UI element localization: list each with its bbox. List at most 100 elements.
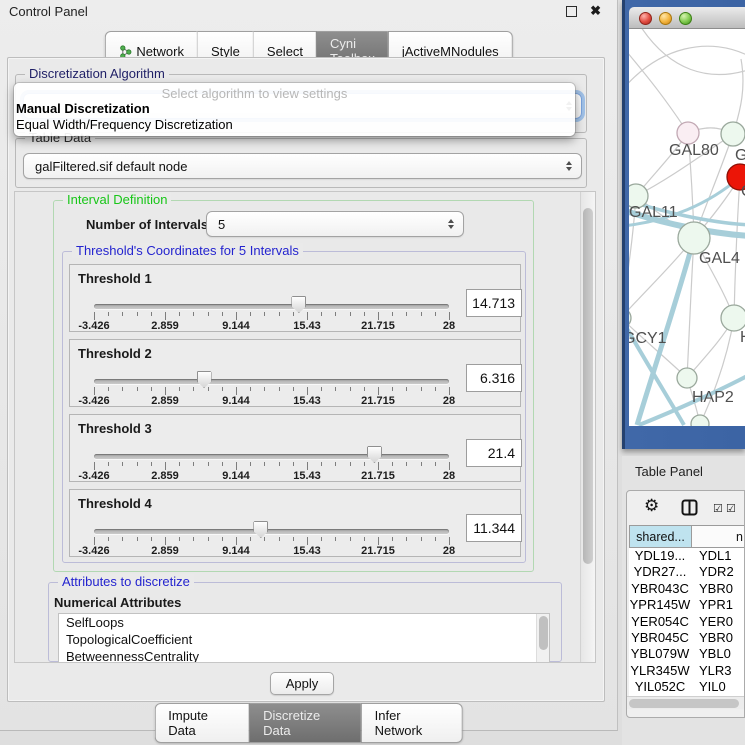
network-node-h[interactable] xyxy=(721,305,745,331)
table-row[interactable]: YIL052CYIL0 xyxy=(629,679,744,695)
attribute-item-topologicalcoefficient[interactable]: TopologicalCoefficient xyxy=(59,631,549,648)
slider-thumb[interactable] xyxy=(291,296,306,313)
settings-scrollbar-thumb[interactable] xyxy=(583,208,593,564)
table-cell-shared-name: YPR145W xyxy=(629,597,691,613)
tab-impute-data[interactable]: Impute Data xyxy=(154,703,249,743)
select-column-checkbox-icon[interactable]: ☑ xyxy=(713,502,723,515)
network-canvas[interactable]: GAL80GACGAL11GAL4GCY1HHAP2 xyxy=(629,29,745,426)
table-row[interactable]: YDR27...YDR2 xyxy=(629,564,744,580)
tab-infer-network[interactable]: Infer Network xyxy=(361,703,463,743)
slider-thumb[interactable] xyxy=(367,446,382,463)
slider-track[interactable] xyxy=(94,529,449,534)
table-row[interactable]: YBL079WYBL0 xyxy=(629,646,744,662)
close-traffic-light-icon[interactable] xyxy=(639,12,652,25)
tick xyxy=(350,387,351,391)
table-row[interactable]: YER054CYER0 xyxy=(629,614,744,630)
number-of-intervals-combo[interactable]: 5 xyxy=(206,211,464,237)
popup-item-equal-width-frequency-discretization[interactable]: Equal Width/Frequency Discretization xyxy=(14,117,575,133)
slider-track[interactable] xyxy=(94,304,449,309)
list-scrollbar[interactable] xyxy=(536,614,549,663)
tick-label: 9.144 xyxy=(222,470,250,482)
interval-definition-group: Interval Definition Number of Intervals … xyxy=(53,200,534,572)
tick xyxy=(378,387,379,395)
table-row[interactable]: YBR043CYBR0 xyxy=(629,581,744,597)
table-cell-shared-name: YLR345W xyxy=(629,663,691,679)
table-row[interactable]: YLR345WYLR3 xyxy=(629,663,744,679)
tick xyxy=(293,537,294,541)
network-node-hap2[interactable] xyxy=(677,368,697,388)
table-cell-name: YDR2 xyxy=(691,564,734,580)
tick xyxy=(293,387,294,391)
tick xyxy=(222,462,223,466)
threshold-3-value-field[interactable]: 21.4 xyxy=(466,439,522,467)
popup-item-manual-discretization[interactable]: Manual Discretization xyxy=(14,101,575,117)
tick xyxy=(449,537,450,545)
tick xyxy=(193,387,194,391)
table-browser: ⚙ ☑ ☑ shared... n YDL19...YDL1YDR27...YD… xyxy=(626,490,745,718)
tick-label: 9.144 xyxy=(222,545,250,557)
table-row[interactable]: YPR145WYPR1 xyxy=(629,597,744,613)
control-panel: Control Panel ✖ NetworkStyleSelectCyni T… xyxy=(0,0,618,731)
slider-track[interactable] xyxy=(94,379,449,384)
network-edge[interactable] xyxy=(700,318,734,424)
network-node-gal80[interactable] xyxy=(677,122,699,144)
tab-discretize-data[interactable]: Discretize Data xyxy=(249,703,360,743)
table-data-group: Table Data galFiltered.sif default node xyxy=(15,138,587,188)
slider-thumb[interactable] xyxy=(197,371,212,388)
tick xyxy=(236,312,237,320)
table-cell-shared-name: YBR045C xyxy=(629,630,691,646)
slider-track[interactable] xyxy=(94,454,449,459)
tick xyxy=(392,387,393,391)
column-header-shared-name[interactable]: shared... xyxy=(629,525,692,548)
table-cell-name: YBR0 xyxy=(691,630,733,646)
select-all-checkbox-icon[interactable]: ☑ xyxy=(726,502,736,515)
table-cell-shared-name: YBR043C xyxy=(629,581,691,597)
tick xyxy=(406,312,407,316)
table-data-combo[interactable]: galFiltered.sif default node xyxy=(23,153,582,179)
numerical-attributes-list: SelfLoopsTopologicalCoefficientBetweenne… xyxy=(58,613,550,663)
table-cell-name: YIL0 xyxy=(691,679,726,695)
tick xyxy=(222,387,223,391)
threshold-2-value-field[interactable]: 6.316 xyxy=(466,364,522,392)
column-header-name[interactable]: n xyxy=(691,525,745,548)
table-cell-shared-name: YIL052C xyxy=(629,679,691,695)
split-table-icon[interactable] xyxy=(681,499,698,516)
tick xyxy=(435,312,436,316)
float-window-icon[interactable] xyxy=(566,6,577,17)
threshold-1-value-field[interactable]: 14.713 xyxy=(466,289,522,317)
network-edge[interactable] xyxy=(734,177,740,318)
settings-scrollbar[interactable] xyxy=(580,192,595,662)
tab-label: Discretize Data xyxy=(263,708,347,738)
network-node-ga[interactable] xyxy=(721,122,745,146)
tick xyxy=(250,312,251,316)
minimize-traffic-light-icon[interactable] xyxy=(659,12,672,25)
tick xyxy=(378,462,379,470)
tick xyxy=(279,462,280,466)
tick xyxy=(222,312,223,316)
table-row[interactable]: YBR045CYBR0 xyxy=(629,630,744,646)
close-icon[interactable]: ✖ xyxy=(590,3,601,19)
network-node[interactable] xyxy=(691,415,709,426)
tick xyxy=(406,387,407,391)
tick-label: 28 xyxy=(443,395,455,407)
tick xyxy=(236,537,237,545)
gear-icon[interactable]: ⚙ xyxy=(644,496,659,516)
threshold-4-value-field[interactable]: 11.344 xyxy=(466,514,522,542)
network-window-titlebar[interactable] xyxy=(629,7,745,29)
tick xyxy=(421,537,422,541)
zoom-traffic-light-icon[interactable] xyxy=(679,12,692,25)
attribute-item-betweennesscentrality[interactable]: BetweennessCentrality xyxy=(59,648,549,663)
tick xyxy=(165,462,166,470)
network-node-label: H xyxy=(740,329,745,346)
tick xyxy=(264,387,265,391)
apply-button[interactable]: Apply xyxy=(270,672,334,695)
attribute-item-selfloops[interactable]: SelfLoops xyxy=(59,614,549,631)
table-horizontal-scrollbar[interactable] xyxy=(627,696,744,709)
network-edge[interactable] xyxy=(639,29,745,74)
slider-thumb[interactable] xyxy=(253,521,268,538)
tick xyxy=(435,462,436,466)
table-row[interactable]: YDL19...YDL1 xyxy=(629,548,744,564)
tick xyxy=(236,462,237,470)
tick xyxy=(179,312,180,316)
tick xyxy=(250,462,251,466)
